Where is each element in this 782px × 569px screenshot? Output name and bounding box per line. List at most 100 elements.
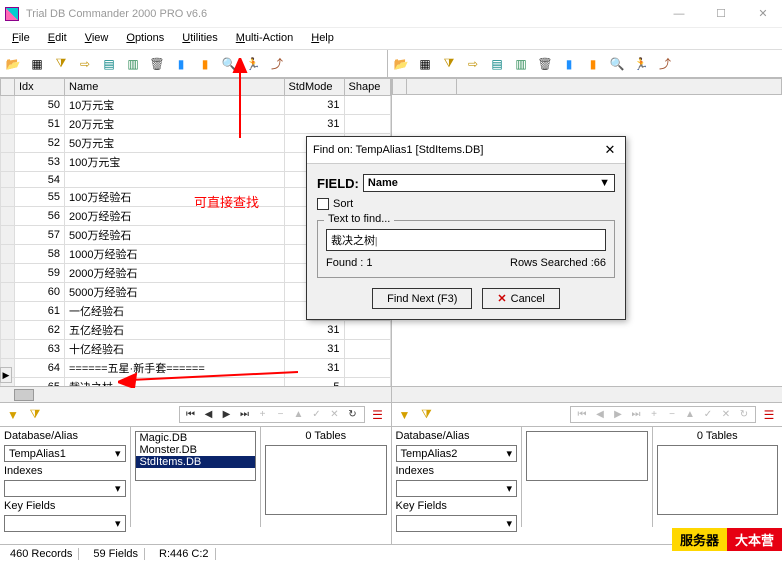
app-icon [4,6,20,22]
find-next-button[interactable]: Find Next (F3) [372,288,472,309]
nav-last[interactable]: ⏭ [238,409,252,420]
tool1b-icon[interactable]: ▮ [560,55,578,73]
sort-checkbox[interactable] [317,198,329,210]
trash2-icon[interactable]: 🗑 [536,55,554,73]
maximize-button[interactable]: ☐ [706,0,736,28]
nav-del[interactable]: − [274,409,288,420]
field-select[interactable]: Name ▼ [363,174,615,192]
nav-first[interactable]: ⏮ [184,409,198,420]
list-icon[interactable]: ☰ [369,406,387,424]
nav2-cancel[interactable]: ✕ [719,409,733,420]
tool2b-icon[interactable]: ▮ [584,55,602,73]
col-stdmode[interactable]: StdMode [284,79,344,96]
list2-icon[interactable]: ☰ [760,406,778,424]
db-icon[interactable]: ▼ [4,406,22,424]
file-item[interactable]: Monster.DB [136,444,256,456]
dlg-close-button[interactable]: ✕ [601,141,619,159]
import-icon[interactable]: ▤ [100,55,118,73]
nav2-first[interactable]: ⏮ [575,409,589,420]
copy-icon[interactable]: ▥ [124,55,142,73]
open2-icon[interactable]: 📂 [392,55,410,73]
nav-post[interactable]: ✓ [310,409,324,420]
file-item[interactable]: Magic.DB [136,432,256,444]
export-icon[interactable]: ⇨ [76,55,94,73]
nav2-last[interactable]: ⏭ [629,409,643,420]
export2-icon[interactable]: ⇨ [464,55,482,73]
find-input[interactable]: 裁决之树| [326,229,606,251]
badge-red: 大本营 [727,528,782,551]
files-listbox[interactable]: Magic.DB Monster.DB StdItems.DB [135,431,257,481]
close-button[interactable]: ✕ [748,0,778,28]
exit-icon[interactable]: ⤴ [268,55,286,73]
status-pos: R:446 C:2 [153,548,216,560]
filter-bottom-icon[interactable]: ⧩ [26,406,44,424]
exit2-icon[interactable]: ⤴ [656,55,674,73]
menu-options[interactable]: Options [118,30,172,47]
file-item-selected[interactable]: StdItems.DB [136,456,256,468]
nav-next[interactable]: ▶ [220,409,234,420]
key-combo[interactable]: ▾ [4,515,126,532]
run2-icon[interactable]: 🏃 [632,55,650,73]
table-row[interactable]: 5010万元宝31 [1,96,391,115]
import2-icon[interactable]: ▤ [488,55,506,73]
nav-edit[interactable]: ▲ [292,409,306,420]
nav2-next[interactable]: ▶ [611,409,625,420]
filter2-icon[interactable]: ⧩ [440,55,458,73]
hscroll[interactable] [0,386,391,402]
nav-add[interactable]: + [256,409,270,420]
badge-yellow: 服务器 [672,528,727,551]
key-label: Key Fields [2,499,128,513]
tool1-icon[interactable]: ▮ [172,55,190,73]
filter-icon[interactable]: ⧩ [52,55,70,73]
searched-text: Rows Searched :66 [510,257,606,269]
hscroll2[interactable] [392,386,782,402]
minimize-button[interactable]: — [664,0,694,28]
files2-listbox[interactable] [526,431,648,481]
col-name[interactable]: Name [65,79,285,96]
nav2-add[interactable]: + [647,409,661,420]
nav2-post[interactable]: ✓ [701,409,715,420]
tables-listbox[interactable] [265,445,387,515]
menu-help[interactable]: Help [303,30,342,47]
idx2-combo[interactable]: ▾ [396,480,518,497]
filter2-bottom-icon[interactable]: ⧩ [418,406,436,424]
tables2-listbox[interactable] [657,445,779,515]
nav-prev[interactable]: ◀ [202,409,216,420]
nav-cancel[interactable]: ✕ [328,409,342,420]
menu-utilities[interactable]: Utilities [174,30,225,47]
table-row[interactable]: 62五亿经验石31 [1,321,391,340]
tables-label: 0 Tables [263,429,389,443]
red-arrow-left [118,368,298,388]
table-row[interactable]: 5120万元宝31 [1,115,391,134]
table-icon[interactable]: ▦ [28,55,46,73]
find-dialog: Find on: TempAlias1 [StdItems.DB] ✕ FIEL… [306,136,626,320]
col-shape[interactable]: Shape [344,79,390,96]
col-idx[interactable]: Idx [15,79,65,96]
cancel-button[interactable]: ✕Cancel [482,288,559,309]
row-marker: ▶ [0,367,12,383]
nav2-prev[interactable]: ◀ [593,409,607,420]
menu-view[interactable]: View [77,30,117,47]
copy2-icon[interactable]: ▥ [512,55,530,73]
db2-label: Database/Alias [394,429,520,443]
tool2-icon[interactable]: ▮ [196,55,214,73]
open-icon[interactable]: 📂 [4,55,22,73]
nav2-ref[interactable]: ↻ [737,409,751,420]
alias-combo[interactable]: TempAlias1▾ [4,445,126,462]
table2-icon[interactable]: ▦ [416,55,434,73]
idx-combo[interactable]: ▾ [4,480,126,497]
key2-combo[interactable]: ▾ [396,515,518,532]
db2-icon[interactable]: ▼ [396,406,414,424]
table-row[interactable]: 63十亿经验石31 [1,340,391,359]
nav2-edit[interactable]: ▲ [683,409,697,420]
search2-icon[interactable]: 🔍 [608,55,626,73]
menu-edit[interactable]: Edit [40,30,75,47]
alias2-combo[interactable]: TempAlias2▾ [396,445,518,462]
dlg-title: Find on: TempAlias1 [StdItems.DB] [313,144,601,156]
menu-multiaction[interactable]: Multi-Action [228,30,301,47]
trash-icon[interactable]: 🗑 [148,55,166,73]
nav-ref[interactable]: ↻ [346,409,360,420]
nav2-del[interactable]: − [665,409,679,420]
menu-file[interactable]: File [4,30,38,47]
field-label: FIELD: [317,176,359,191]
